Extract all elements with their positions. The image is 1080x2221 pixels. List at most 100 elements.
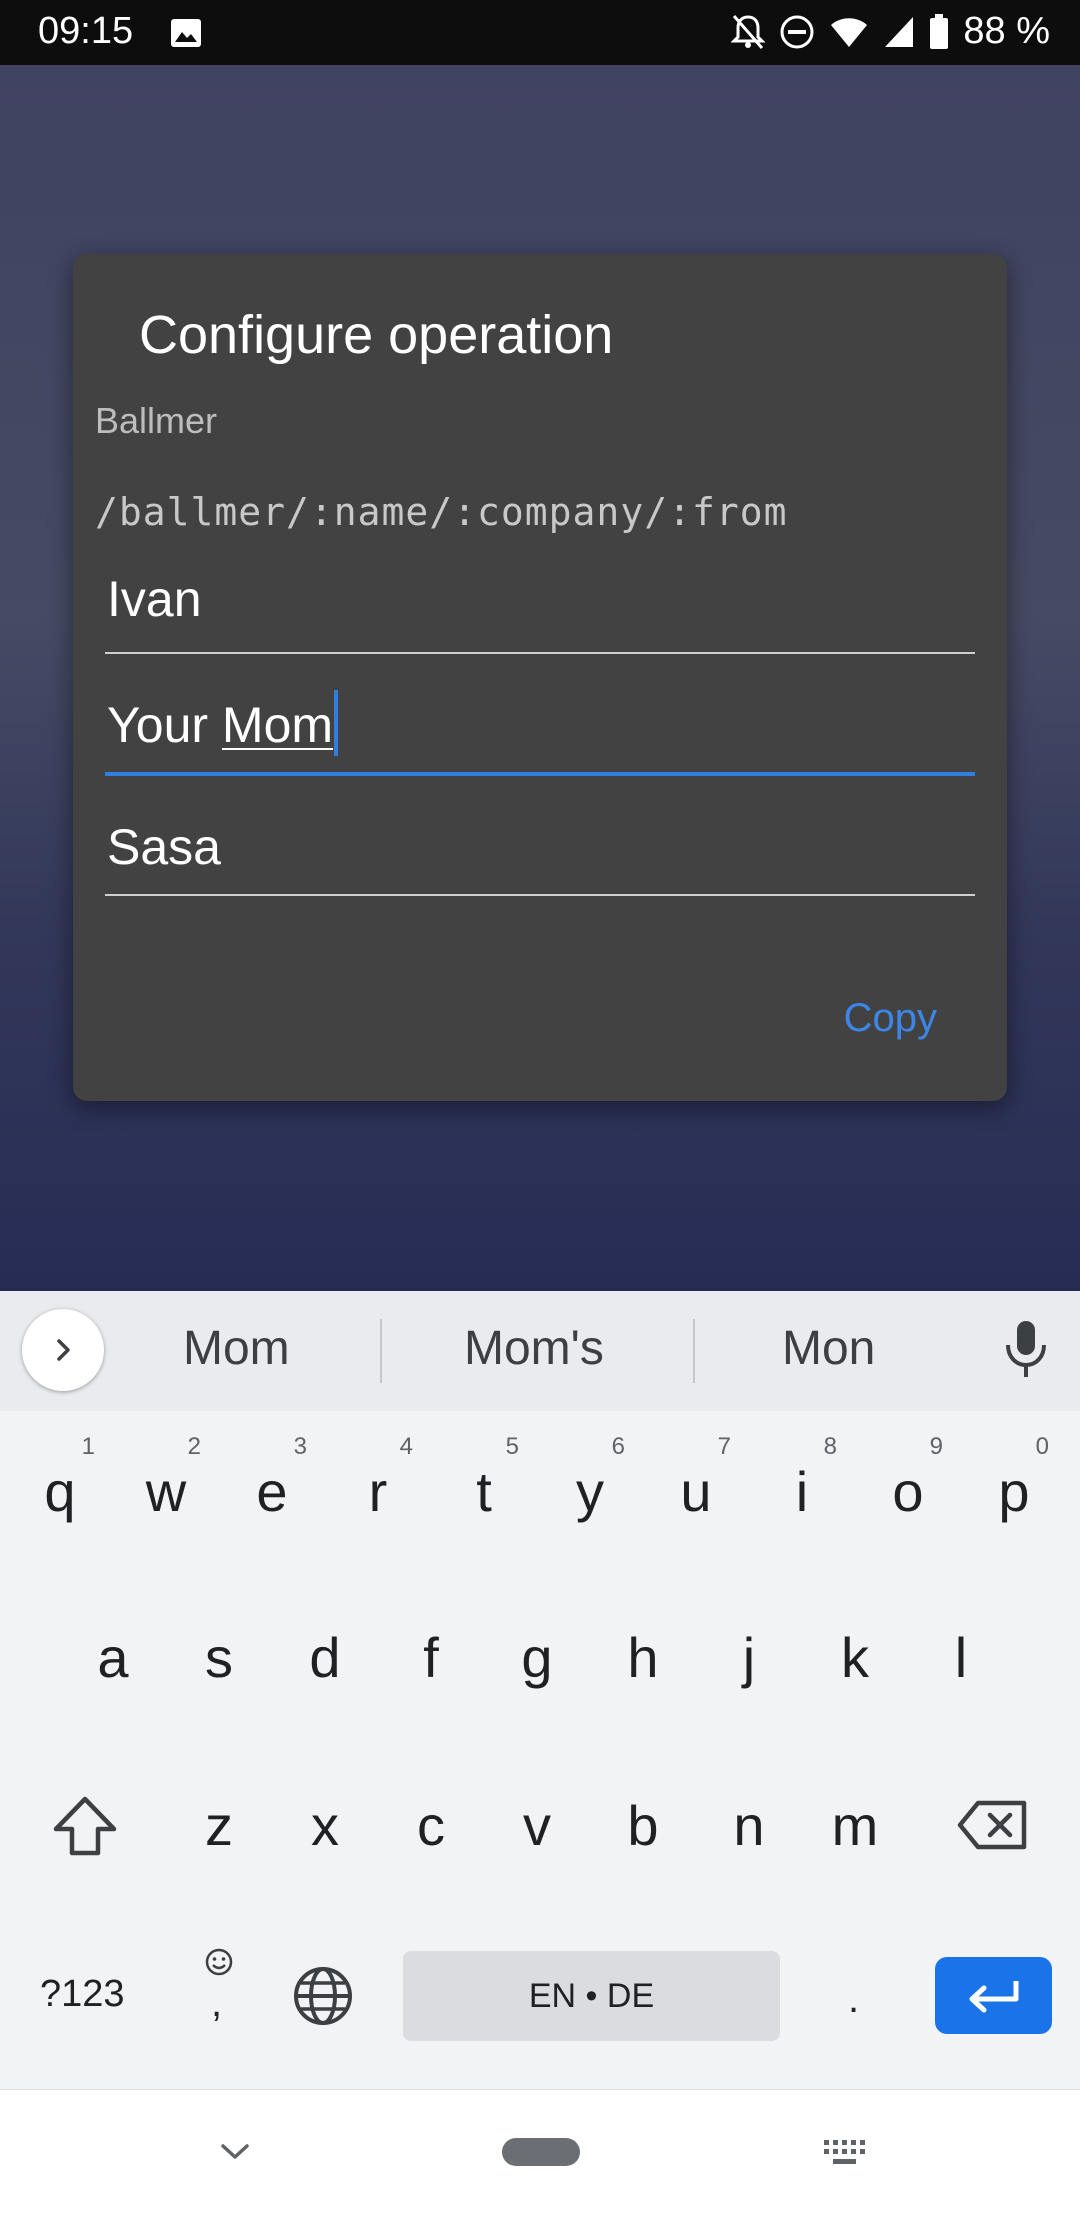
key-n[interactable]: n (696, 1749, 802, 1899)
suggestion-2[interactable]: Mom's (464, 1321, 604, 1376)
shift-key[interactable] (32, 1749, 138, 1899)
wifi-icon (831, 17, 868, 47)
microphone-icon[interactable] (1000, 1319, 1052, 1381)
key-i[interactable]: 8i (749, 1415, 855, 1565)
operation-name: Ballmer (95, 400, 218, 441)
key-label: j (742, 1626, 756, 1689)
key-label: x (311, 1794, 339, 1857)
key-h[interactable]: h (590, 1581, 696, 1731)
period-key[interactable]: . (848, 1977, 859, 2022)
key-s[interactable]: s (166, 1581, 272, 1731)
text-cursor (334, 690, 339, 756)
enter-key[interactable] (935, 1957, 1052, 2034)
comma-label: , (211, 1981, 223, 2025)
company-field-underline (105, 772, 975, 776)
key-label: p (998, 1460, 1030, 1523)
soft-keyboard: Mom Mom's Mon 1q 2w 3e 4r 5t 6y 7u 8i 9o… (0, 1291, 1080, 2089)
key-t[interactable]: 5t (431, 1415, 537, 1565)
key-label: i (795, 1460, 809, 1523)
battery-percentage: 88 % (963, 10, 1050, 52)
notifications-off-icon (731, 14, 766, 49)
operation-path: /ballmer/:name/:company/:from (95, 490, 788, 534)
key-d[interactable]: d (272, 1581, 378, 1731)
key-row-2: a s d f g h j k l (0, 1581, 1080, 1731)
signal-icon (885, 16, 914, 47)
suggestion-3[interactable]: Mon (782, 1321, 875, 1376)
key-v[interactable]: v (484, 1749, 590, 1899)
copy-button[interactable]: Copy (844, 996, 937, 1041)
configure-operation-dialog: Configure operation Ballmer /ballmer/:na… (73, 254, 1007, 1101)
key-r[interactable]: 4r (325, 1415, 431, 1565)
company-field[interactable]: Your Mom (105, 690, 975, 780)
suggestion-divider (693, 1319, 695, 1383)
symbols-key[interactable]: ?123 (40, 1973, 125, 2016)
key-u[interactable]: 7u (643, 1415, 749, 1565)
name-field[interactable]: Ivan (105, 570, 975, 654)
key-z[interactable]: z (166, 1749, 272, 1899)
globe-icon[interactable] (292, 1965, 354, 2027)
key-q[interactable]: 1q (7, 1415, 113, 1565)
key-label: y (576, 1460, 604, 1523)
key-a[interactable]: a (60, 1581, 166, 1731)
keyboard-switch-icon[interactable] (822, 2138, 868, 2168)
space-key[interactable]: EN • DE (403, 1951, 780, 2041)
key-o[interactable]: 9o (855, 1415, 961, 1565)
key-label: e (256, 1460, 288, 1523)
key-label: o (892, 1460, 924, 1523)
key-y[interactable]: 6y (537, 1415, 643, 1565)
key-label: g (521, 1626, 553, 1689)
key-label: z (205, 1794, 233, 1857)
key-g[interactable]: g (484, 1581, 590, 1731)
key-label: u (680, 1460, 712, 1523)
key-label: h (627, 1626, 659, 1689)
status-icons: 88 % (731, 10, 1050, 53)
from-field[interactable]: Sasa (105, 818, 975, 898)
key-label: d (309, 1626, 341, 1689)
suggestion-divider (380, 1319, 382, 1383)
do-not-disturb-icon (780, 15, 814, 48)
key-f[interactable]: f (378, 1581, 484, 1731)
backspace-icon (957, 1800, 1027, 1850)
emoji-comma-key[interactable]: , (190, 1947, 246, 2047)
name-field-value: Ivan (107, 571, 202, 627)
emoji-icon (205, 1948, 233, 1976)
key-c[interactable]: c (378, 1749, 484, 1899)
key-p[interactable]: 0p (961, 1415, 1067, 1565)
home-pill[interactable] (502, 2138, 580, 2166)
key-label: q (44, 1460, 76, 1523)
key-w[interactable]: 2w (113, 1415, 219, 1565)
image-icon (171, 19, 201, 47)
company-field-value: Your Mom (105, 690, 339, 756)
key-row-1: 1q 2w 3e 4r 5t 6y 7u 8i 9o 0p (0, 1415, 1080, 1565)
dialog-title: Configure operation (139, 305, 614, 365)
key-hint: 6 (611, 1433, 625, 1460)
key-label: t (476, 1460, 492, 1523)
navigation-bar (0, 2089, 1080, 2221)
key-hint: 9 (929, 1433, 943, 1460)
key-x[interactable]: x (272, 1749, 378, 1899)
key-label: n (733, 1794, 765, 1857)
key-b[interactable]: b (590, 1749, 696, 1899)
key-label: l (954, 1626, 968, 1689)
key-label: c (417, 1794, 445, 1857)
name-field-underline (105, 652, 975, 654)
key-hint: 3 (293, 1433, 307, 1460)
suggestion-1[interactable]: Mom (183, 1321, 290, 1376)
key-j[interactable]: j (696, 1581, 802, 1731)
key-label: m (831, 1794, 879, 1857)
key-k[interactable]: k (802, 1581, 908, 1731)
hide-keyboard-icon[interactable] (219, 2142, 251, 2162)
key-l[interactable]: l (908, 1581, 1014, 1731)
battery-icon (930, 13, 949, 49)
key-hint: 8 (823, 1433, 837, 1460)
key-e[interactable]: 3e (219, 1415, 325, 1565)
expand-toolbar-button[interactable] (22, 1309, 104, 1391)
from-field-value: Sasa (107, 819, 221, 875)
backspace-key[interactable] (940, 1749, 1046, 1899)
enter-icon (969, 1980, 1018, 2012)
key-label: f (423, 1626, 439, 1689)
key-m[interactable]: m (802, 1749, 908, 1899)
key-row-3: z x c v b n m (0, 1749, 1080, 1899)
shift-icon (53, 1796, 117, 1856)
chevron-right-icon (57, 1339, 70, 1361)
